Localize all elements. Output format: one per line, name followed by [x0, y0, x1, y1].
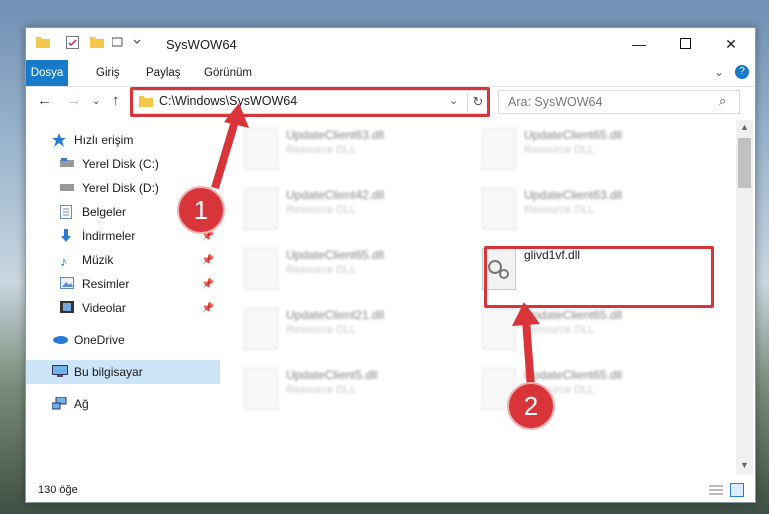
- step-badge-2: 2: [507, 382, 555, 430]
- annotation-arrows: [211, 103, 540, 389]
- step-badge-1: 1: [177, 186, 225, 234]
